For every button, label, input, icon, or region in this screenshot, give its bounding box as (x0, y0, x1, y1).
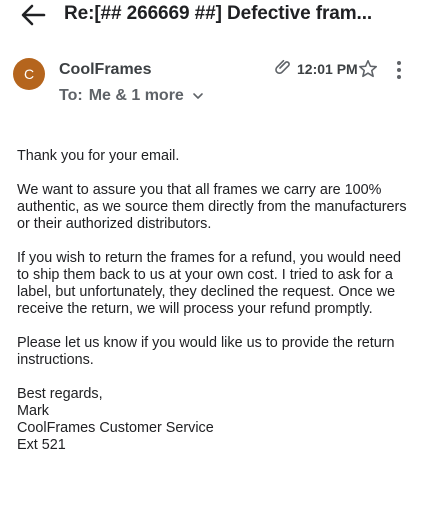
signature: Best regards, Mark CoolFrames Customer S… (17, 386, 412, 454)
body-paragraph: We want to assure you that all frames we… (17, 182, 407, 232)
body-paragraph: If you wish to return the frames for a r… (17, 250, 401, 317)
email-body: Thank you for your email. We want to ass… (17, 148, 412, 454)
recipients-value: Me & 1 more (88, 87, 184, 104)
to-label: To: (59, 87, 83, 104)
sender-avatar[interactable]: C (13, 58, 45, 90)
signature-ext: Ext 521 (17, 437, 66, 453)
sender-name[interactable]: CoolFrames (59, 61, 151, 79)
body-paragraph: Thank you for your email. (17, 148, 180, 164)
email-subject: Re:[## 266669 ##] Defective fram... (64, 3, 373, 24)
more-vert-icon[interactable] (392, 58, 406, 82)
message-time: 12:01 PM (297, 61, 358, 77)
signature-name: Mark (17, 403, 49, 419)
body-paragraph: Please let us know if you would like us … (17, 335, 395, 368)
paperclip-icon (275, 59, 290, 75)
signature-team: CoolFrames Customer Service (17, 420, 214, 436)
signature-closing: Best regards, (17, 386, 103, 402)
star-icon[interactable] (357, 58, 379, 80)
top-app-bar: Re:[## 266669 ##] Defective fram... (0, 0, 425, 32)
chevron-down-icon[interactable] (192, 90, 204, 102)
back-arrow-icon[interactable] (20, 4, 46, 26)
recipients-row[interactable]: To: Me & 1 more (59, 87, 204, 105)
